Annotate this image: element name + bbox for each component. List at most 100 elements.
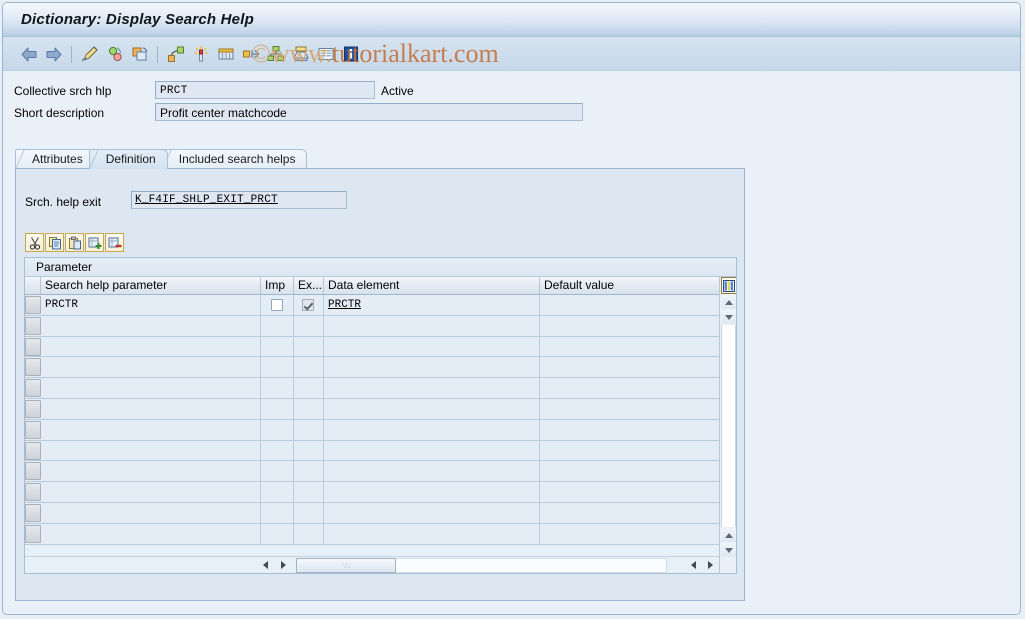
where-used-icon[interactable] (163, 42, 188, 66)
cell-imp[interactable] (261, 295, 294, 315)
cell-data-element[interactable] (324, 482, 540, 503)
search-help-exit-input[interactable]: K_F4IF_SHLP_EXIT_PRCT (131, 191, 347, 209)
documentation-icon[interactable] (313, 42, 338, 66)
imp-checkbox[interactable] (271, 299, 283, 311)
cell-search-help-parameter[interactable] (41, 315, 261, 336)
cell-imp[interactable] (261, 357, 294, 378)
scroll-down-button[interactable] (721, 543, 736, 557)
short-description-input[interactable]: Profit center matchcode (155, 103, 583, 121)
cell-default-value[interactable] (540, 441, 720, 461)
forward-icon[interactable] (41, 42, 66, 66)
cell-exp[interactable] (294, 461, 324, 482)
grid-horizontal-scrollbar[interactable] (25, 556, 719, 573)
insert-row-icon[interactable] (85, 233, 104, 252)
scroll-page-up-button[interactable] (721, 310, 736, 324)
cell-imp[interactable] (261, 502, 294, 523)
cell-exp[interactable] (294, 357, 324, 378)
info-icon[interactable] (338, 42, 363, 66)
check-icon[interactable] (102, 42, 127, 66)
cell-default-value[interactable] (540, 295, 720, 315)
delete-row-icon[interactable] (105, 233, 124, 252)
cut-icon[interactable] (25, 233, 44, 252)
cell-search-help-parameter[interactable]: PRCTR (41, 295, 261, 315)
horizontal-scroll-thumb[interactable] (296, 558, 396, 573)
cell-default-value[interactable] (540, 503, 720, 523)
table-row[interactable] (25, 440, 736, 462)
cell-search-help-parameter[interactable] (41, 378, 261, 399)
row-selector-button[interactable] (25, 483, 41, 502)
table-row[interactable] (25, 378, 736, 399)
table-row[interactable] (25, 482, 736, 503)
paste-icon[interactable] (65, 233, 84, 252)
table-row[interactable] (25, 357, 736, 379)
copy-icon[interactable] (45, 233, 64, 252)
cell-exp[interactable] (294, 336, 324, 357)
cell-imp[interactable] (261, 398, 294, 419)
cell-exp[interactable] (294, 523, 324, 544)
column-header-search-help-parameter[interactable]: Search help parameter (41, 277, 261, 294)
copy-object-icon[interactable] (127, 42, 152, 66)
row-selector-button[interactable] (25, 503, 41, 522)
cell-data-element[interactable] (324, 315, 540, 336)
hierarchy-icon[interactable] (263, 42, 288, 66)
collective-search-help-input[interactable]: PRCT (155, 81, 375, 99)
expand-icon[interactable] (238, 42, 263, 66)
column-header-exp[interactable]: Ex... (294, 277, 324, 294)
table-row[interactable] (25, 398, 736, 420)
row-selector-button[interactable] (25, 316, 41, 335)
cell-exp[interactable] (294, 419, 324, 440)
cell-search-help-parameter[interactable] (41, 461, 261, 482)
row-selector-button[interactable] (25, 524, 41, 543)
cell-default-value[interactable] (540, 378, 720, 398)
print-icon[interactable] (288, 42, 313, 66)
table-row[interactable]: PRCTR PRCTR (25, 295, 736, 316)
table-row[interactable] (25, 502, 736, 524)
cell-search-help-parameter[interactable] (41, 523, 261, 544)
table-row[interactable] (25, 523, 736, 545)
tab-attributes[interactable]: Attributes (15, 149, 95, 169)
cell-data-element[interactable] (324, 419, 540, 440)
cell-default-value[interactable] (540, 357, 720, 377)
cell-imp[interactable] (261, 461, 294, 482)
cell-exp[interactable] (294, 378, 324, 399)
cell-imp[interactable] (261, 315, 294, 336)
table-row[interactable] (25, 336, 736, 358)
cell-default-value[interactable] (540, 337, 720, 357)
cell-default-value[interactable] (540, 420, 720, 440)
row-selector-button[interactable] (25, 462, 41, 481)
cell-imp[interactable] (261, 523, 294, 544)
cell-exp[interactable] (294, 482, 324, 503)
cell-imp[interactable] (261, 440, 294, 461)
cell-data-element[interactable]: PRCTR (324, 295, 540, 315)
cell-default-value[interactable] (540, 399, 720, 419)
cell-data-element[interactable] (324, 440, 540, 461)
cell-data-element[interactable] (324, 523, 540, 544)
cell-imp[interactable] (261, 419, 294, 440)
cell-search-help-parameter[interactable] (41, 440, 261, 461)
cell-data-element[interactable] (324, 378, 540, 399)
table-row[interactable] (25, 315, 736, 337)
scroll-left-button[interactable] (258, 558, 273, 572)
cell-exp[interactable] (294, 502, 324, 523)
grid-vertical-scrollbar[interactable] (719, 277, 736, 573)
column-header-data-element[interactable]: Data element (324, 277, 540, 294)
scroll-far-right-button[interactable] (703, 558, 718, 572)
cell-data-element[interactable] (324, 336, 540, 357)
row-selector-button[interactable] (25, 420, 41, 439)
scroll-right-button[interactable] (276, 558, 291, 572)
cell-default-value[interactable] (540, 461, 720, 481)
column-header-imp[interactable]: Imp (261, 277, 294, 294)
cell-data-element[interactable] (324, 398, 540, 419)
cell-data-element[interactable] (324, 502, 540, 523)
cell-search-help-parameter[interactable] (41, 502, 261, 523)
tab-definition[interactable]: Definition (88, 149, 168, 169)
cell-search-help-parameter[interactable] (41, 398, 261, 419)
cell-exp[interactable] (294, 398, 324, 419)
cell-search-help-parameter[interactable] (41, 482, 261, 503)
row-selector-button[interactable] (25, 358, 41, 377)
cell-search-help-parameter[interactable] (41, 419, 261, 440)
back-icon[interactable] (16, 42, 41, 66)
scroll-far-left-button[interactable] (686, 558, 701, 572)
technical-settings-icon[interactable] (213, 42, 238, 66)
column-header-default-value[interactable]: Default value (540, 277, 720, 294)
